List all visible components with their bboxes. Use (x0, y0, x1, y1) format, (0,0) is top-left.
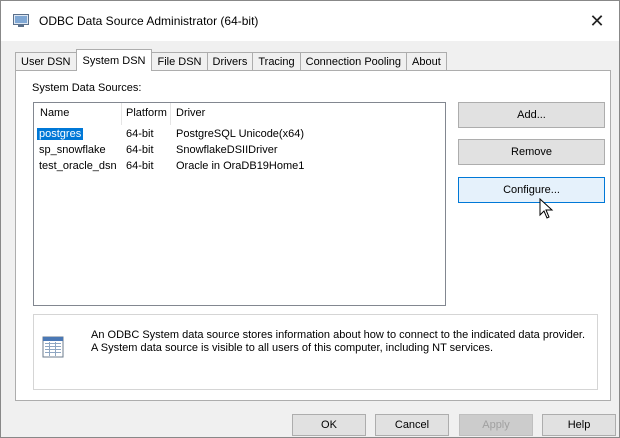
data-source-info-icon (42, 336, 64, 358)
dsn-platform: 64-bit (126, 128, 154, 140)
remove-button[interactable]: Remove (458, 139, 605, 165)
info-panel: An ODBC System data source stores inform… (33, 314, 598, 390)
system-data-sources-label: System Data Sources: (32, 82, 142, 94)
list-item[interactable]: postgres 64-bit PostgreSQL Unicode(x64) (34, 127, 445, 142)
tab-system-dsn[interactable]: System DSN (75, 49, 153, 71)
odbc-administrator-window: ODBC Data Source Administrator (64-bit) … (0, 0, 620, 438)
dsn-driver: Oracle in OraDB19Home1 (176, 160, 305, 172)
tab-file-dsn[interactable]: File DSN (151, 52, 208, 71)
help-button[interactable]: Help (542, 414, 616, 436)
ok-button[interactable]: OK (292, 414, 366, 436)
add-button[interactable]: Add... (458, 102, 605, 128)
tab-about[interactable]: About (406, 52, 447, 71)
column-header-driver[interactable]: Driver (176, 107, 205, 119)
system-data-sources-list[interactable]: Name Platform Driver postgres 64-bit Pos… (33, 102, 446, 306)
tab-strip: User DSN System DSN File DSN Drivers Tra… (15, 49, 447, 71)
tab-drivers[interactable]: Drivers (206, 52, 254, 71)
odbc-app-icon (13, 14, 29, 27)
info-description: An ODBC System data source stores inform… (91, 329, 596, 355)
info-line-1: An ODBC System data source stores inform… (91, 329, 586, 341)
system-dsn-panel: System Data Sources: Name Platform Drive… (15, 70, 611, 401)
column-separator[interactable] (170, 103, 171, 125)
list-item[interactable]: test_oracle_dsn 64-bit Oracle in OraDB19… (34, 159, 445, 174)
apply-button[interactable]: Apply (459, 414, 533, 436)
info-line-2: A System data source is visible to all u… (91, 342, 494, 354)
window-title: ODBC Data Source Administrator (64-bit) (39, 14, 259, 28)
tab-tracing[interactable]: Tracing (252, 52, 301, 71)
list-header: Name Platform Driver (34, 103, 445, 125)
mouse-cursor-icon (539, 198, 554, 219)
dsn-driver: SnowflakeDSIIDriver (176, 144, 278, 156)
dsn-name: test_oracle_dsn (39, 160, 117, 172)
configure-button[interactable]: Configure... (458, 177, 605, 203)
dsn-platform: 64-bit (126, 160, 154, 172)
close-icon[interactable]: ✕ (575, 1, 619, 41)
column-header-platform[interactable]: Platform (126, 107, 167, 119)
tab-user-dsn[interactable]: User DSN (15, 52, 77, 71)
cancel-button[interactable]: Cancel (375, 414, 449, 436)
column-header-name[interactable]: Name (40, 107, 69, 119)
dsn-name: sp_snowflake (39, 144, 106, 156)
title-bar[interactable]: ODBC Data Source Administrator (64-bit) … (1, 1, 619, 41)
tab-connection-pooling[interactable]: Connection Pooling (299, 52, 408, 71)
dsn-driver: PostgreSQL Unicode(x64) (176, 128, 304, 140)
column-separator[interactable] (121, 103, 122, 125)
dsn-platform: 64-bit (126, 144, 154, 156)
list-item[interactable]: sp_snowflake 64-bit SnowflakeDSIIDriver (34, 143, 445, 158)
dsn-name: postgres (37, 128, 84, 140)
